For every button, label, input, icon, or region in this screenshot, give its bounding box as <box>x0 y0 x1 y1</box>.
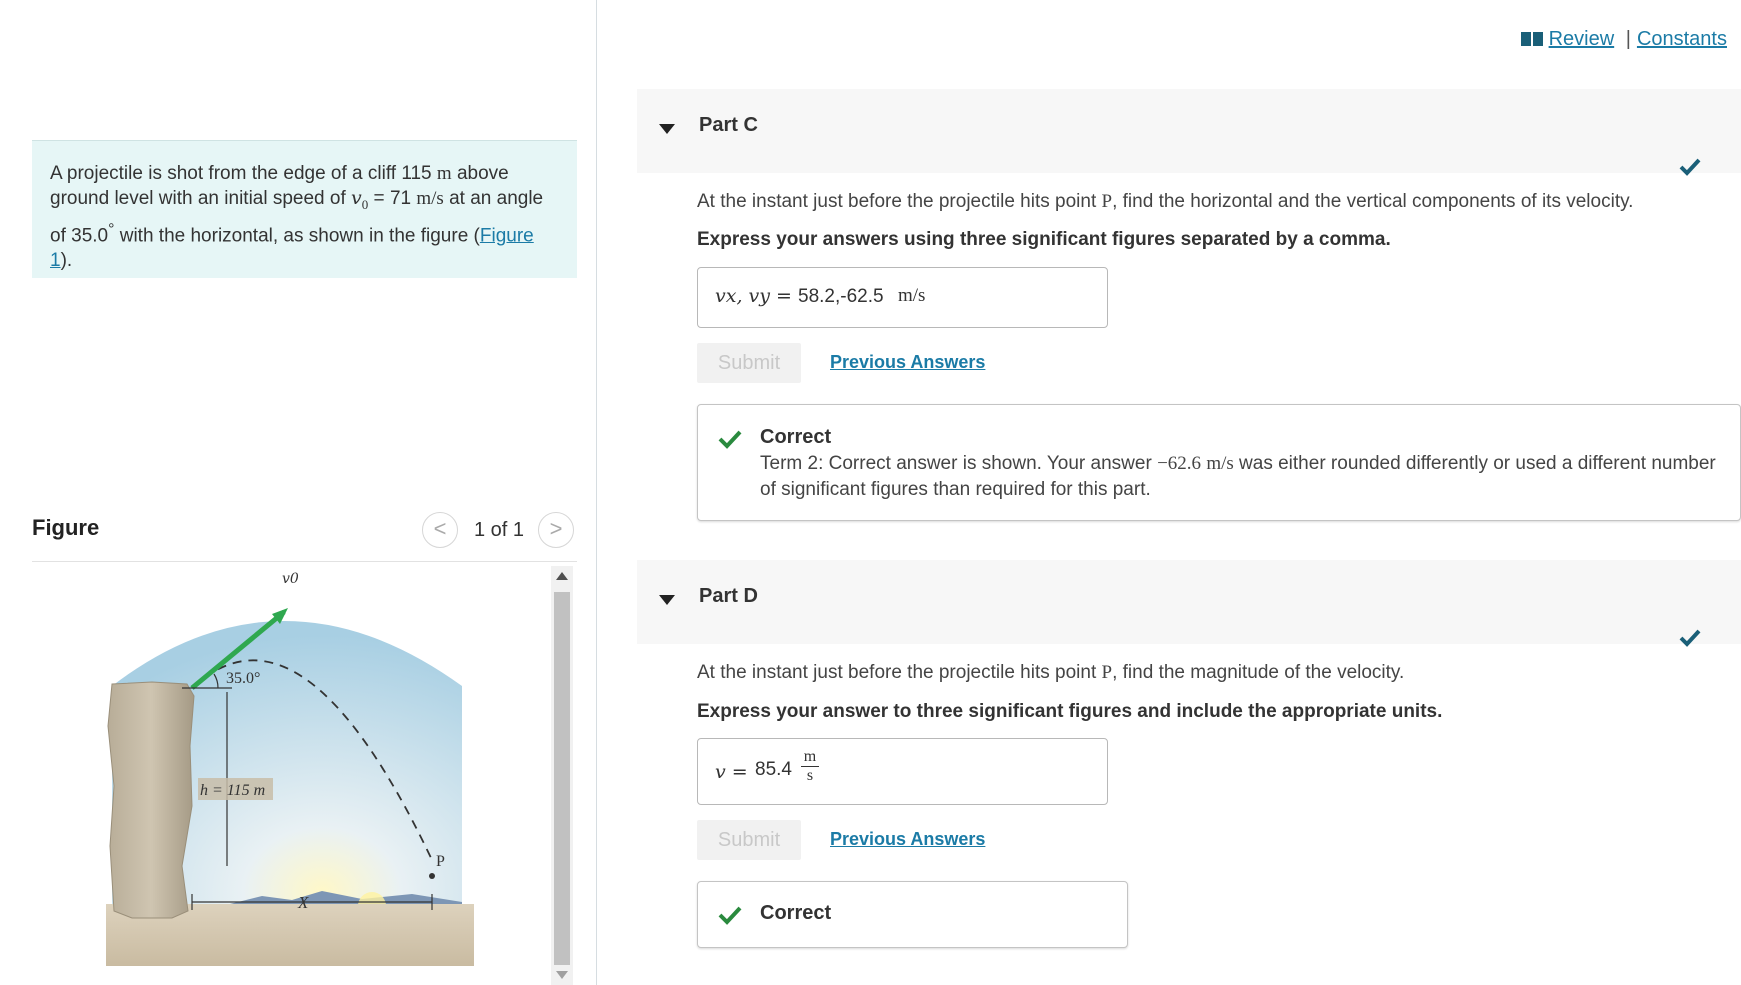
point-label: P <box>436 853 445 870</box>
question-text-2: , find the horizontal and the vertical c… <box>1112 191 1634 212</box>
link-separator: | <box>1625 28 1631 50</box>
projectile-diagram: 35.0° h = 115 m X P v0 <box>106 566 474 966</box>
part-c-submit-button[interactable]: Submit <box>697 343 801 383</box>
point-symbol: P <box>1101 191 1113 212</box>
top-links: Review | Constants <box>1520 28 1727 51</box>
equals-sign: = <box>373 188 385 209</box>
scroll-down-arrow[interactable] <box>556 971 568 979</box>
question-text-1: At the instant just before the projectil… <box>697 662 1097 683</box>
part-c-title: Part C <box>699 114 758 136</box>
figure-scrollbar[interactable] <box>551 566 573 985</box>
height-label: h = 115 m <box>200 782 265 799</box>
v0-symbol: v <box>351 187 362 209</box>
question-text-2: , find the magnitude of the velocity. <box>1112 662 1405 683</box>
figure-title: Figure <box>32 515 100 540</box>
answer-value: 85.4 <box>755 759 792 780</box>
answer-label: v = <box>715 761 748 783</box>
problem-text-4: with the horizontal, as shown in the fig… <box>119 225 480 247</box>
question-text-1: At the instant just before the projectil… <box>697 191 1097 212</box>
problem-statement: A projectile is shot from the edge of a … <box>32 140 577 278</box>
feedback-title: Correct <box>760 902 832 924</box>
impact-point <box>429 873 435 879</box>
degree-sign: ° <box>108 220 115 238</box>
feedback-title: Correct <box>760 426 832 448</box>
review-link[interactable]: Review <box>1549 28 1615 50</box>
previous-figure-button[interactable]: < <box>422 512 458 548</box>
part-d-instruction: Express your answer to three significant… <box>697 701 1443 722</box>
answer-unit: m/s <box>898 285 926 306</box>
part-c-instruction: Express your answers using three signifi… <box>697 229 1391 250</box>
cliff <box>107 681 195 919</box>
part-d-answer-field[interactable]: v = 85.4 m s <box>697 738 1108 805</box>
part-d-title: Part D <box>699 585 758 607</box>
scroll-thumb[interactable] <box>554 592 570 965</box>
answer-unit-fraction: m s <box>801 748 819 785</box>
correct-check-icon <box>718 430 742 449</box>
unit-numerator: m <box>801 748 819 767</box>
figure-pager-count: 1 of 1 <box>474 519 525 541</box>
answer-label: vx, vy = <box>715 285 792 307</box>
feedback-text: Term 2: Correct answer is shown. Your an… <box>760 451 1720 503</box>
part-c-answer-field[interactable]: vx, vy = 58.2,-62.5 m/s <box>697 267 1108 328</box>
v0-value: 71 <box>389 188 412 209</box>
part-c-header[interactable]: Part C <box>637 89 1741 176</box>
book-icon <box>1520 32 1543 46</box>
v0-subscript: 0 <box>361 196 369 212</box>
part-c-previous-answers-link[interactable]: Previous Answers <box>830 352 985 373</box>
part-c-question: At the instant just before the projectil… <box>697 191 1633 213</box>
point-symbol: P <box>1101 662 1113 683</box>
part-d-header[interactable]: Part D <box>637 560 1741 647</box>
part-c-feedback: Correct Term 2: Correct answer is shown.… <box>697 404 1741 521</box>
part-d-feedback: Correct <box>697 881 1128 948</box>
figure-image: 35.0° h = 115 m X P v0 <box>32 566 577 985</box>
figure-header: Figure < 1 of 1 > <box>32 510 577 562</box>
feedback-unit: m/s <box>1206 453 1234 474</box>
pane-divider[interactable] <box>596 0 597 985</box>
collapse-caret-icon[interactable] <box>659 124 675 134</box>
angle-label: 35.0° <box>226 670 260 687</box>
constants-link[interactable]: Constants <box>1637 28 1727 50</box>
v0-label-bg <box>302 566 362 586</box>
problem-pane: A projectile is shot from the edge of a … <box>0 0 597 985</box>
completed-check-icon <box>1679 158 1701 176</box>
scroll-up-arrow[interactable] <box>556 572 568 580</box>
part-d-question: At the instant just before the projectil… <box>697 662 1404 684</box>
v0-label: v0 <box>282 571 299 587</box>
answer-value: 58.2,-62.5 <box>798 286 884 307</box>
completed-check-icon <box>1679 629 1701 647</box>
unit-denominator: s <box>806 767 814 784</box>
problem-text-5: ). <box>60 250 73 272</box>
correct-check-icon <box>718 906 742 925</box>
unit-m: m <box>436 163 452 184</box>
range-label: X <box>297 893 309 912</box>
part-d-previous-answers-link[interactable]: Previous Answers <box>830 829 985 850</box>
speed-unit: m/s <box>416 188 444 209</box>
next-figure-button[interactable]: > <box>538 512 574 548</box>
feedback-value: −62.6 <box>1157 453 1202 474</box>
feedback-text-1: Term 2: Correct answer is shown. Your an… <box>760 453 1152 474</box>
problem-text-1: A projectile is shot from the edge of a … <box>50 163 432 184</box>
part-d-submit-button[interactable]: Submit <box>697 820 801 860</box>
collapse-caret-icon[interactable] <box>659 595 675 605</box>
